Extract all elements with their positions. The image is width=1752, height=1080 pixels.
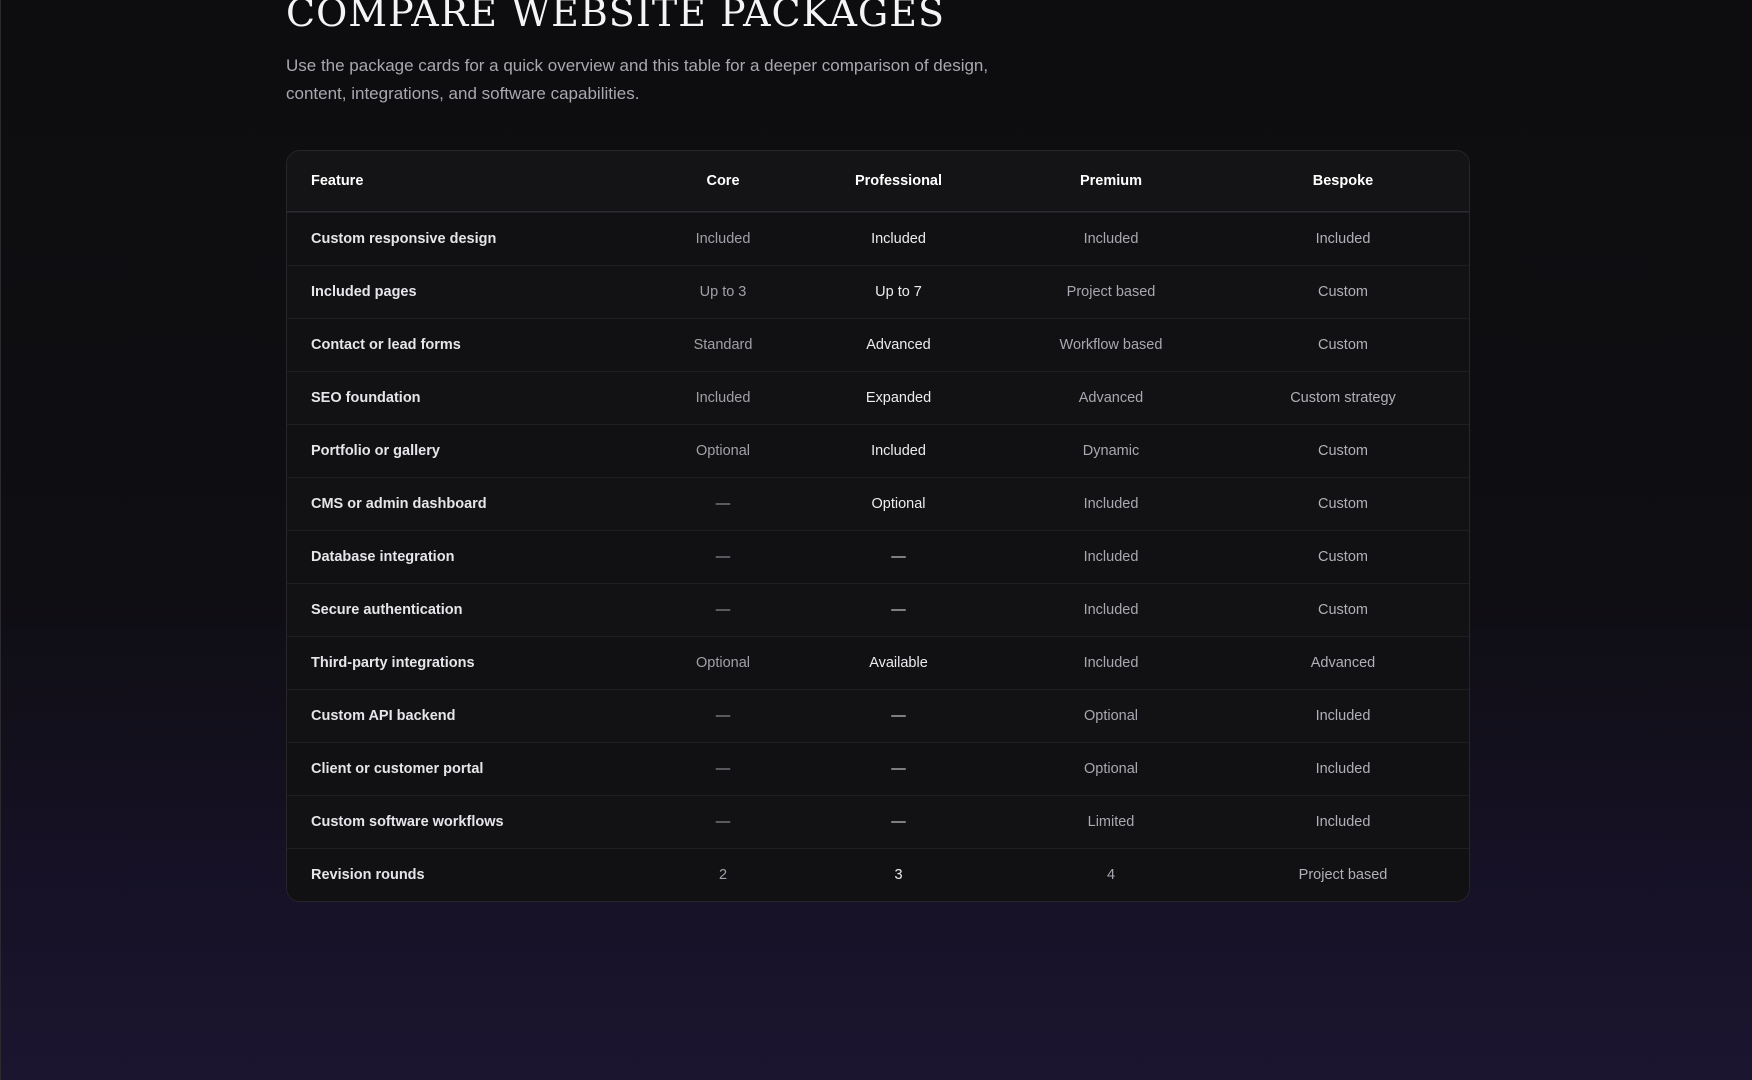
bespoke-value: Included <box>1315 231 1371 247</box>
premium-value: Included <box>1083 602 1139 618</box>
premium-value: Advanced <box>1078 390 1144 406</box>
professional-value: — <box>891 814 906 830</box>
feature-name: Included pages <box>311 284 417 300</box>
premium-value: Limited <box>1087 814 1135 830</box>
table-row: SEO foundation Included Expanded Advanced Cu… <box>287 371 1469 424</box>
feature-name: CMS or admin dashboard <box>311 496 487 512</box>
bespoke-value: Custom <box>1318 443 1368 459</box>
professional-value: — <box>891 549 906 565</box>
professional-value: — <box>891 602 906 618</box>
core-value: — <box>715 708 731 724</box>
header-core: Core <box>706 173 740 189</box>
table-row: Database integration — — Included Custom <box>287 530 1469 583</box>
feature-name: Client or customer portal <box>311 761 484 777</box>
header-premium: Premium <box>1079 173 1143 189</box>
premium-value: Included <box>1083 549 1139 565</box>
bespoke-value: Project based <box>1298 867 1388 883</box>
professional-value: Advanced <box>866 337 931 353</box>
professional-value: Expanded <box>865 390 932 406</box>
bespoke-value: Included <box>1315 761 1371 777</box>
core-value: — <box>715 814 731 830</box>
professional-value: Optional <box>871 496 926 512</box>
bespoke-value: Included <box>1315 814 1371 830</box>
table-row: Third-party integrations Optional Availabl… <box>287 636 1469 689</box>
core-value: Included <box>695 390 751 406</box>
professional-value: Available <box>869 655 928 671</box>
core-value: — <box>715 549 731 565</box>
table-header-row: Feature Core Professional Premium Bespok… <box>287 151 1469 212</box>
bespoke-value: Included <box>1315 708 1371 724</box>
feature-name: Contact or lead forms <box>311 337 461 353</box>
table-row: Secure authentication — — Included Custom <box>287 583 1469 636</box>
premium-value: Dynamic <box>1082 443 1140 459</box>
bespoke-value: Advanced <box>1310 655 1376 671</box>
section-intro: Use the package cards for a quick overvi… <box>286 56 989 103</box>
feature-name: SEO foundation <box>311 390 421 406</box>
bespoke-value: Custom <box>1318 496 1368 512</box>
professional-value: Up to 7 <box>875 284 922 300</box>
table-row: Contact or lead forms Standard Advanced Wor… <box>287 318 1469 371</box>
header-professional: Professional <box>854 173 943 189</box>
table-row: Client or customer portal — — Optional Inclu… <box>287 742 1469 795</box>
bespoke-value: Custom strategy <box>1290 390 1396 406</box>
feature-name: Custom software workflows <box>311 814 504 830</box>
professional-value: 3 <box>894 867 903 883</box>
table-row: Custom software workflows — — Limited Includ… <box>287 795 1469 848</box>
feature-name: Portfolio or gallery <box>311 443 440 459</box>
feature-name: Custom responsive design <box>311 231 497 247</box>
premium-value: Included <box>1083 496 1139 512</box>
header-bespoke: Bespoke <box>1312 173 1374 189</box>
table-row: Revision rounds 2 3 4 Project based <box>287 848 1469 901</box>
table-row: Included pages Up to 3 Up to 7 Project base… <box>287 265 1469 318</box>
feature-name: Custom API backend <box>311 708 456 724</box>
table-row: Portfolio or gallery Optional Included Dyna… <box>287 424 1469 477</box>
bespoke-value: Custom <box>1318 284 1368 300</box>
professional-value: — <box>891 708 906 724</box>
viewport-left-edge <box>0 0 1 1080</box>
header-feature: Feature <box>311 173 364 189</box>
bespoke-value: Custom <box>1318 337 1368 353</box>
premium-value: Project based <box>1066 284 1156 300</box>
premium-value: Included <box>1083 655 1139 671</box>
page-title: COMPARE WEBSITE PACKAGES <box>286 0 946 35</box>
comparison-table: Feature Core Professional Premium Bespok… <box>286 150 1470 902</box>
core-value: Standard <box>693 337 753 353</box>
core-value: 2 <box>718 867 728 883</box>
table-row: Custom responsive design Included Included… <box>287 212 1469 265</box>
premium-value: 4 <box>1106 867 1116 883</box>
core-value: — <box>715 496 731 512</box>
feature-name: Database integration <box>311 549 455 565</box>
professional-value: Included <box>871 443 926 459</box>
core-value: Included <box>695 231 751 247</box>
professional-value: Included <box>871 231 926 247</box>
table-body: Custom responsive design Included Included… <box>287 212 1469 901</box>
core-value: — <box>715 761 731 777</box>
core-value: Up to 3 <box>699 284 747 300</box>
bespoke-value: Custom <box>1318 549 1368 565</box>
core-value: Optional <box>695 655 750 671</box>
bespoke-value: Custom <box>1318 602 1368 618</box>
premium-value: Optional <box>1083 761 1138 777</box>
core-value: Optional <box>695 443 750 459</box>
package-comparison-section: COMPARE WEBSITE PACKAGES Use the package… <box>286 0 1470 902</box>
feature-name: Revision rounds <box>311 867 425 883</box>
core-value: — <box>715 602 731 618</box>
professional-value: — <box>891 761 906 777</box>
table-row: Custom API backend — — Optional Included <box>287 689 1469 742</box>
premium-value: Workflow based <box>1059 337 1163 353</box>
premium-value: Optional <box>1083 708 1138 724</box>
table-row: CMS or admin dashboard — Optional Included C… <box>287 477 1469 530</box>
feature-name: Secure authentication <box>311 602 463 618</box>
feature-name: Third-party integrations <box>311 655 475 671</box>
premium-value: Included <box>1083 231 1139 247</box>
